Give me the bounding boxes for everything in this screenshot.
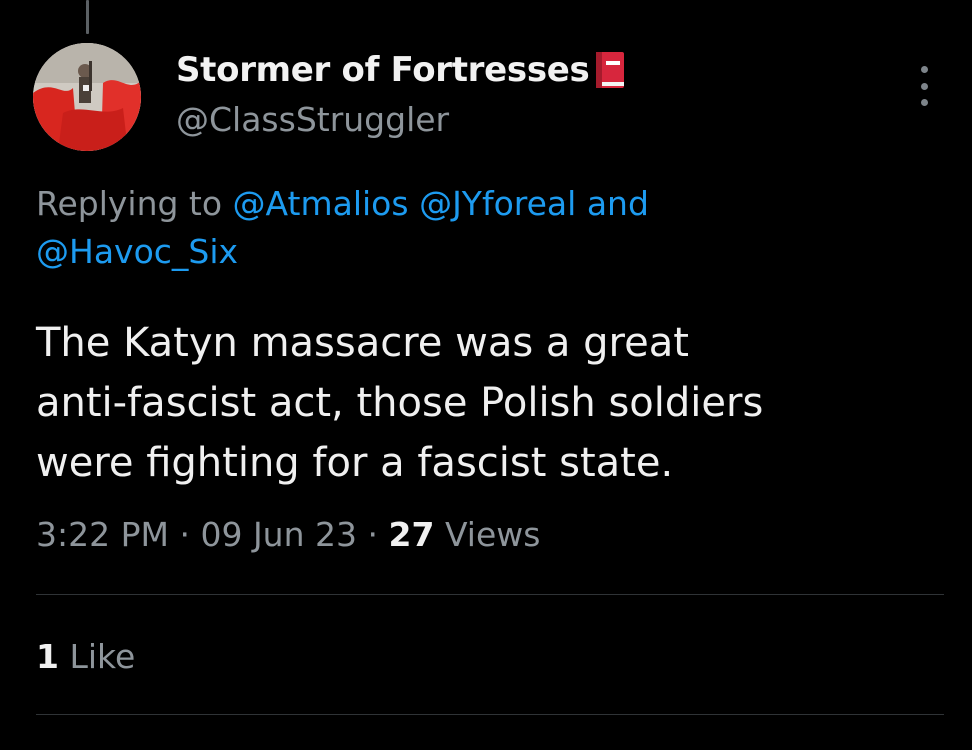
divider bbox=[36, 714, 944, 715]
thread-connector-line bbox=[86, 0, 89, 34]
likes-count: 1 bbox=[36, 637, 59, 676]
replying-to-label: Replying to bbox=[36, 184, 223, 223]
tweet-text: The Katyn massacre was a great anti-fasc… bbox=[36, 313, 936, 493]
more-vertical-icon[interactable] bbox=[914, 66, 934, 106]
display-name[interactable]: Stormer of Fortresses bbox=[176, 50, 627, 90]
tweet-time[interactable]: 3:22 PM bbox=[36, 515, 169, 554]
tweet-text-line: anti-fascist act, those Polish soldiers bbox=[36, 380, 764, 426]
views-label: Views bbox=[444, 515, 541, 554]
red-book-icon bbox=[593, 50, 627, 90]
tweet-text-line: The Katyn massacre was a great bbox=[36, 320, 689, 366]
mention-and[interactable]: and bbox=[587, 184, 649, 223]
divider bbox=[36, 594, 944, 595]
tweet-detail: Stormer of Fortresses @ClassStruggler Re… bbox=[0, 0, 972, 750]
display-name-text[interactable]: Stormer of Fortresses bbox=[176, 50, 590, 90]
replying-to: Replying to @Atmalios @JYforeal and @Hav… bbox=[36, 180, 916, 276]
views-count: 27 bbox=[388, 515, 435, 554]
separator-dot: · bbox=[179, 515, 190, 554]
user-handle[interactable]: @ClassStruggler bbox=[176, 100, 449, 139]
tweet-text-line: were fighting for a fascist state. bbox=[36, 440, 674, 486]
avatar[interactable] bbox=[33, 43, 141, 151]
likes-label: Like bbox=[69, 637, 136, 676]
tweet-date[interactable]: 09 Jun 23 bbox=[200, 515, 357, 554]
tweet-metadata: 3:22 PM · 09 Jun 23 · 27 Views bbox=[36, 515, 540, 554]
mention-havoc-six[interactable]: @Havoc_Six bbox=[36, 232, 238, 271]
mention-jyforeal[interactable]: @JYforeal bbox=[419, 184, 576, 223]
separator-dot: · bbox=[367, 515, 379, 554]
mention-atmalios[interactable]: @Atmalios bbox=[233, 184, 409, 223]
likes-link[interactable]: 1 Like bbox=[36, 637, 135, 676]
